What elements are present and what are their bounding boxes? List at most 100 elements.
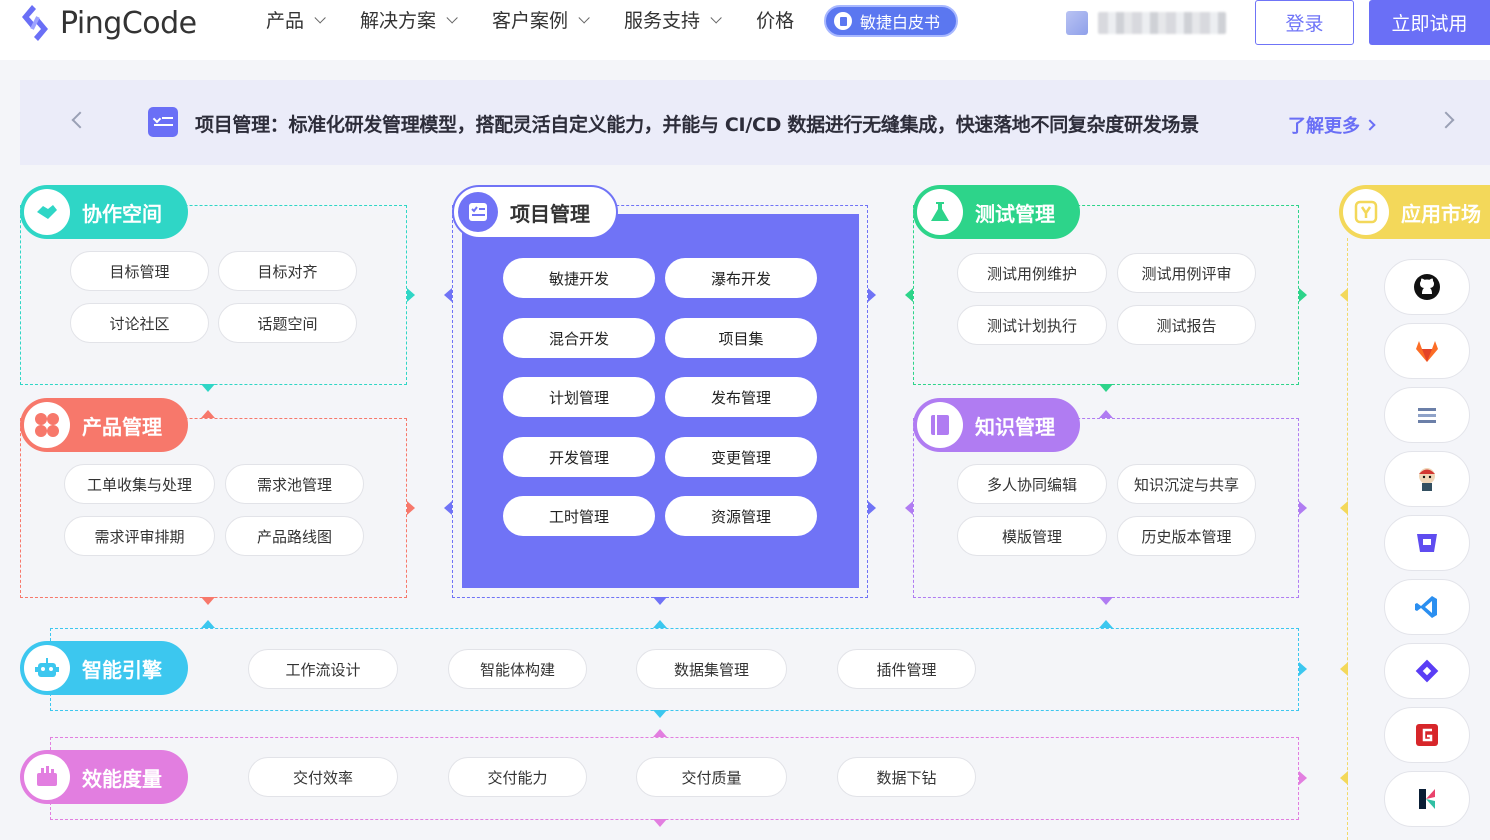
chip-test-report[interactable]: 测试报告 [1117,305,1256,345]
chip-development[interactable]: 开发管理 [503,437,655,477]
bitbucket-icon[interactable] [1384,515,1470,571]
login-button[interactable]: 登录 [1255,0,1354,45]
chip-agent-building[interactable]: 智能体构建 [448,649,587,689]
blurred-user-info [1098,12,1226,34]
chip-template[interactable]: 模版管理 [957,516,1107,556]
chip-product-roadmap[interactable]: 产品路线图 [225,516,364,556]
nav-item-support[interactable]: 服务支持 [624,6,722,33]
chip-version-history[interactable]: 历史版本管理 [1117,516,1256,556]
chip-timesheet[interactable]: 工时管理 [503,496,655,536]
knowledge-module-title[interactable]: 知识管理 [913,398,1080,452]
chip-release[interactable]: 发布管理 [665,377,817,417]
connector-arrow [905,288,913,302]
connector-arrow [444,501,452,515]
chip-requirement-pool[interactable]: 需求池管理 [225,464,364,504]
banner-text: 项目管理：标准化研发管理模型，搭配灵活自定义能力，并能与 CI/CD 数据进行无… [195,114,1199,136]
chip-change[interactable]: 变更管理 [665,437,817,477]
connector-arrow [905,501,913,515]
module-title: 效能度量 [82,766,162,791]
module-title: 协作空间 [82,201,162,226]
connector-arrow [1299,662,1307,676]
app-market-title[interactable]: 应用市场 [1339,185,1490,239]
testing-module-title[interactable]: 测试管理 [913,185,1080,239]
nav-label: 服务支持 [624,10,701,32]
connector-arrow [653,597,667,605]
chip-requirement-review[interactable]: 需求评审排期 [64,516,215,556]
nav-item-products[interactable]: 产品 [266,6,326,33]
pingcode-logo[interactable]: PingCode [18,2,197,44]
logo-text: PingCode [60,5,197,41]
main-nav: 产品 解决方案 客户案例 服务支持 价格 [266,6,832,33]
chip-data-drilldown[interactable]: 数据下钻 [837,757,976,797]
learn-more-label: 了解更多 [1288,116,1360,137]
chip-delivery-efficiency[interactable]: 交付效率 [248,757,398,797]
chip-plugin-management[interactable]: 插件管理 [837,649,976,689]
connector-arrow [1340,662,1348,676]
nav-label: 价格 [756,10,795,32]
chip-delivery-quality[interactable]: 交付质量 [636,757,787,797]
zentao-icon[interactable] [1384,387,1470,443]
connector-arrow [201,620,215,628]
connector-arrow [1099,597,1113,605]
whitepaper-button[interactable]: 敏捷白皮书 [824,5,958,37]
vscode-icon[interactable] [1384,579,1470,635]
nav-item-cases[interactable]: 客户案例 [492,6,590,33]
user-account[interactable] [1066,11,1226,35]
collab-module-title[interactable]: 协作空间 [20,185,188,239]
chip-program[interactable]: 项目集 [665,318,817,358]
chevron-right-icon [1364,119,1376,131]
chip-testcase-review[interactable]: 测试用例评审 [1117,253,1256,293]
nav-item-solutions[interactable]: 解决方案 [360,6,458,33]
chevron-down-icon [578,11,590,24]
chip-delivery-capability[interactable]: 交付能力 [448,757,587,797]
chevron-down-icon [446,11,458,24]
chip-discussion[interactable]: 讨论社区 [70,303,209,343]
chip-dataset-management[interactable]: 数据集管理 [636,649,787,689]
learn-more-link[interactable]: 了解更多 [1288,112,1376,138]
chip-hybrid[interactable]: 混合开发 [503,318,655,358]
chevron-down-icon [314,11,326,24]
kubernetes-icon[interactable] [1384,771,1470,827]
chevron-right-icon[interactable] [1437,111,1455,129]
task-list-icon [458,192,498,232]
task-list-icon [148,107,178,137]
app-market-icon [1343,189,1389,235]
gitee-icon[interactable] [1384,707,1470,763]
connector-arrow [1299,501,1307,515]
connector-arrow [201,384,215,392]
connector-arrow [653,710,667,718]
chip-resource[interactable]: 资源管理 [665,496,817,536]
connector-arrow [1340,771,1348,785]
jenkins-icon[interactable] [1384,451,1470,507]
chip-knowledge-sharing[interactable]: 知识沉淀与共享 [1117,464,1256,504]
chip-testcase-maintain[interactable]: 测试用例维护 [957,253,1107,293]
nav-item-pricing[interactable]: 价格 [756,6,794,33]
chip-goal-alignment[interactable]: 目标对齐 [218,251,357,291]
chip-agile[interactable]: 敏捷开发 [503,258,655,298]
module-title: 应用市场 [1401,201,1481,226]
chip-goal-management[interactable]: 目标管理 [70,251,209,291]
chip-workflow-design[interactable]: 工作流设计 [248,649,398,689]
free-trial-button[interactable]: 立即试用 [1369,0,1490,45]
chip-waterfall[interactable]: 瀑布开发 [665,258,817,298]
project-module-title[interactable]: 项目管理 [452,185,618,239]
chip-testplan-execution[interactable]: 测试计划执行 [957,305,1107,345]
metrics-module-title[interactable]: 效能度量 [20,750,188,804]
chevron-left-icon[interactable] [71,111,89,129]
chip-ticket-handling[interactable]: 工单收集与处理 [64,464,215,504]
chevron-down-icon [710,11,722,24]
chip-planning[interactable]: 计划管理 [503,377,655,417]
jira-icon[interactable] [1384,643,1470,699]
gitlab-icon[interactable] [1384,323,1470,379]
chip-collab-editing[interactable]: 多人协同编辑 [957,464,1107,504]
avatar [1066,11,1088,35]
feature-banner: 项目管理：标准化研发管理模型，搭配灵活自定义能力，并能与 CI/CD 数据进行无… [20,80,1490,165]
module-title: 项目管理 [510,201,590,226]
product-module-title[interactable]: 产品管理 [20,398,188,452]
top-header: PingCode 产品 解决方案 客户案例 服务支持 价格 敏捷白皮书 登录 立… [0,0,1490,60]
github-icon[interactable] [1384,259,1470,315]
ai-engine-module-title[interactable]: 智能引擎 [20,641,188,695]
chip-topic-space[interactable]: 话题空间 [218,303,357,343]
handshake-icon [24,189,70,235]
connector-arrow [201,410,215,418]
